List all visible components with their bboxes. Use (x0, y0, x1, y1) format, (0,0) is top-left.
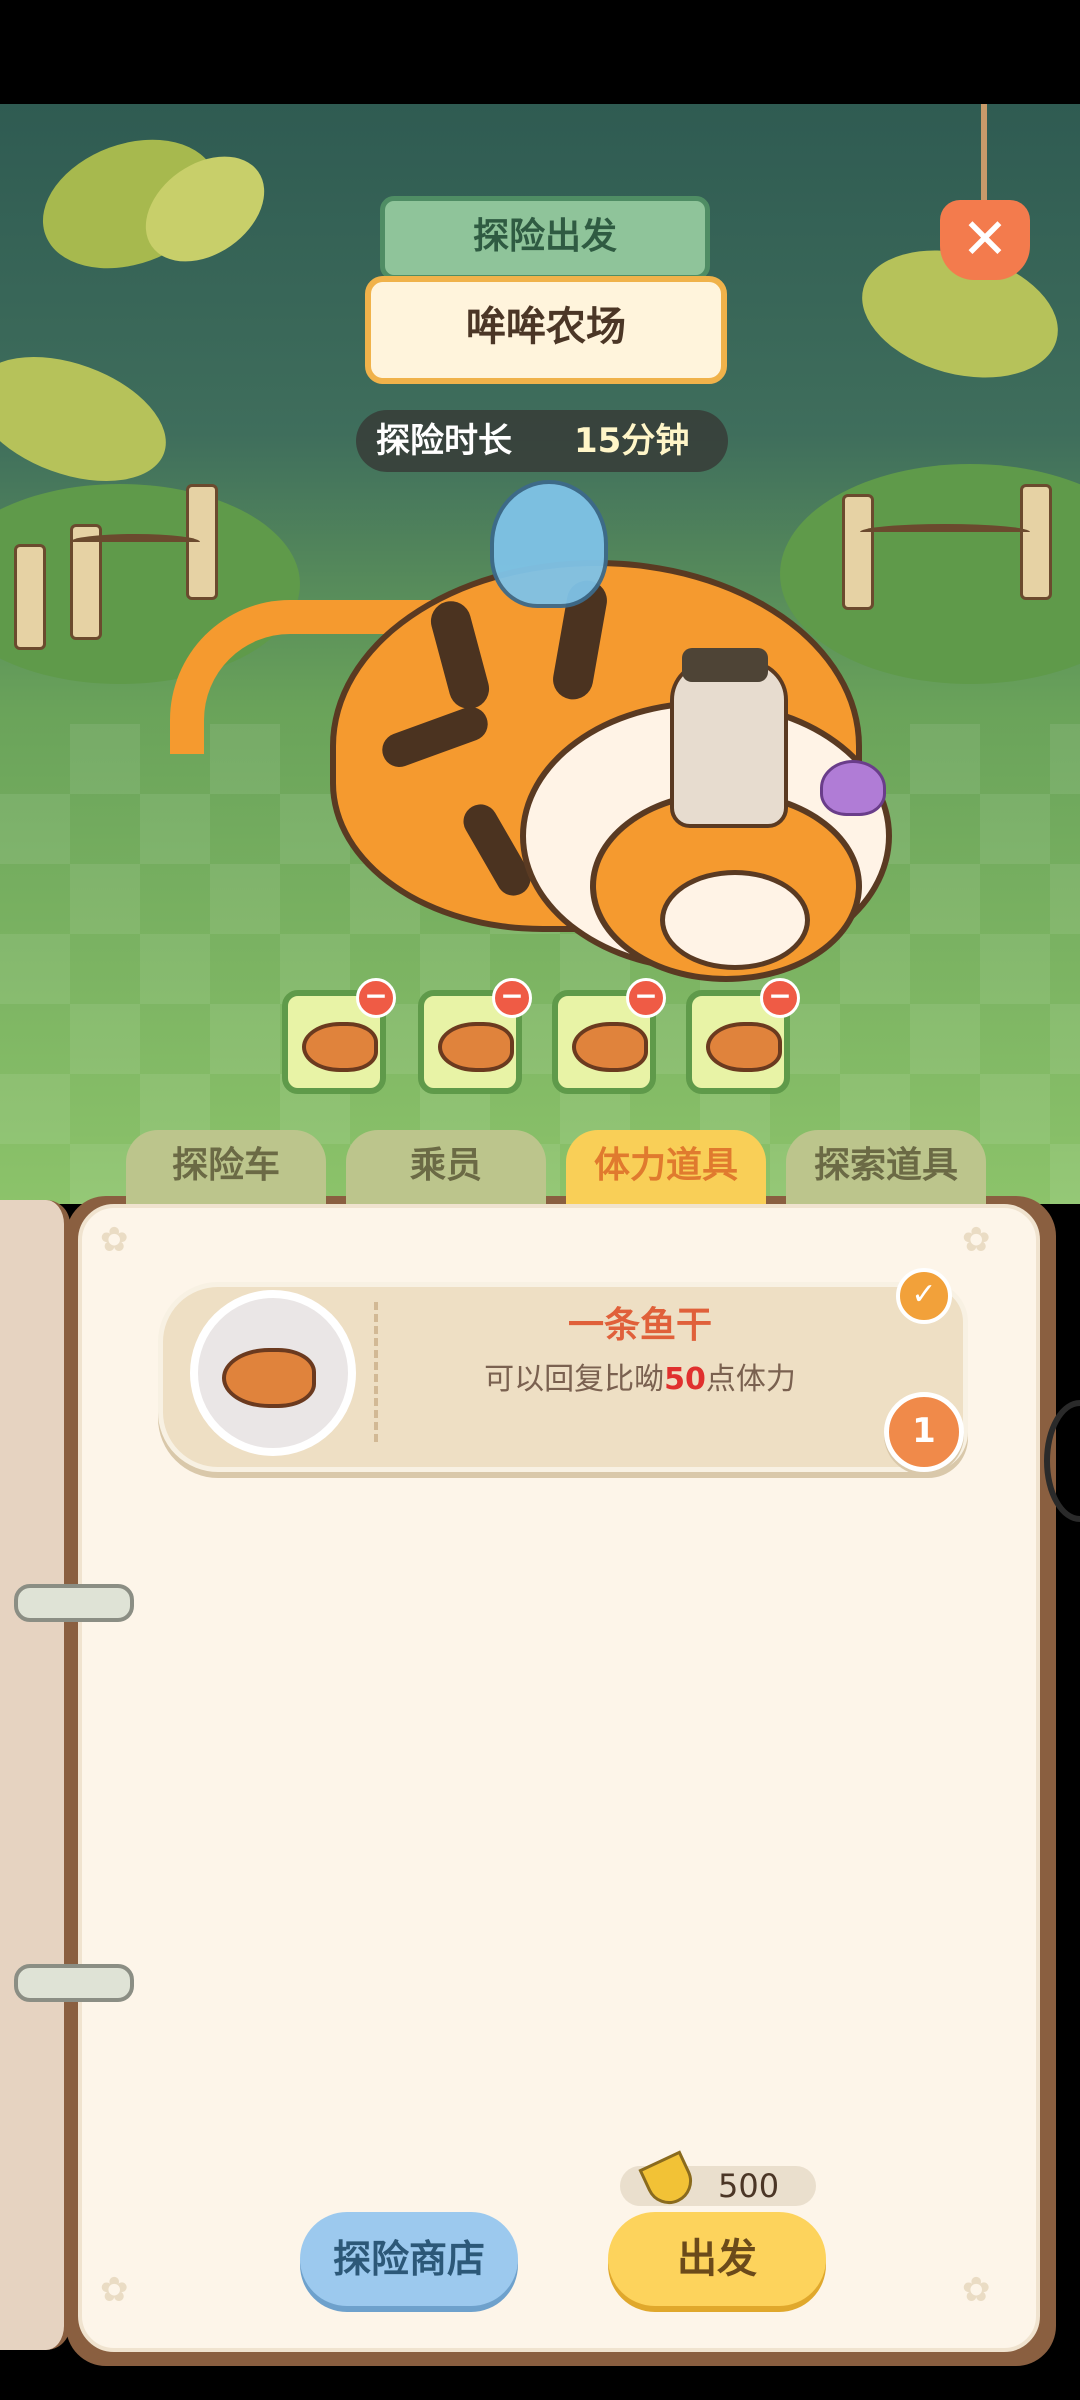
stamina-slot[interactable]: − (282, 978, 396, 1094)
remove-slot-button[interactable]: − (492, 978, 532, 1018)
stamina-slots: − − − − (282, 978, 802, 1102)
tab-crew[interactable]: 乘员 (346, 1130, 546, 1204)
item-count: 1 (884, 1392, 964, 1472)
duration-display: 探险时长 15分钟 (356, 410, 728, 472)
stamina-slot[interactable]: − (552, 978, 666, 1094)
rider-hat (682, 648, 768, 682)
divider (374, 1302, 378, 1442)
tab-stamina-items[interactable]: 体力道具 (566, 1130, 766, 1204)
remove-slot-button[interactable]: − (626, 978, 666, 1018)
category-tabs: 探险车 乘员 体力道具 探索道具 (126, 1130, 986, 1204)
fish-icon (438, 1022, 514, 1072)
duration-value: 15分钟 (574, 421, 690, 461)
cost-display: 500 (620, 2150, 816, 2212)
stamina-slot[interactable]: − (686, 978, 800, 1094)
rider-character (670, 660, 788, 828)
fence-rope (70, 534, 200, 550)
item-desc-prefix: 可以回复比呦 (484, 1362, 665, 1397)
item-desc-suffix: 点体力 (705, 1362, 796, 1397)
item-name: 一条鱼干 (567, 1305, 712, 1346)
spirit-companion (490, 480, 608, 608)
butterfly (820, 760, 886, 816)
leaf (0, 333, 183, 505)
tab-vehicle[interactable]: 探险车 (126, 1130, 326, 1204)
duration-label: 探险时长 (376, 421, 512, 461)
paw-icon: ✿ (100, 2270, 129, 2310)
depart-button[interactable]: 出发 (608, 2212, 826, 2306)
remove-slot-button[interactable]: − (356, 978, 396, 1018)
book-spine (0, 1200, 70, 2350)
fence-post (1020, 484, 1052, 600)
fish-icon (706, 1022, 782, 1072)
close-icon: ✕ (961, 207, 1009, 272)
fish-icon (572, 1022, 648, 1072)
page-title: 探险出发 (380, 196, 710, 280)
close-button[interactable]: ✕ (940, 200, 1030, 280)
location-name: 哞哞农场 (365, 276, 727, 384)
fish-icon (222, 1348, 316, 1408)
item-desc-value: 50 (664, 1362, 706, 1397)
selected-check-icon: ✓ (896, 1268, 952, 1324)
paw-icon: ✿ (962, 1220, 991, 1260)
fence-rope (860, 524, 1030, 540)
tab-explore-items[interactable]: 探索道具 (786, 1130, 986, 1204)
fence-post (842, 494, 874, 610)
binder-ring (14, 1964, 134, 2002)
fish-icon (302, 1022, 378, 1072)
stamina-slot[interactable]: − (418, 978, 532, 1094)
tag-string (981, 104, 987, 204)
fence-post (14, 544, 46, 650)
paw-icon: ✿ (100, 1220, 129, 1260)
adventure-shop-button[interactable]: 探险商店 (300, 2212, 518, 2306)
remove-slot-button[interactable]: − (760, 978, 800, 1018)
paw-icon: ✿ (962, 2270, 991, 2310)
cost-amount: 500 (718, 2167, 780, 2205)
binder-ring (14, 1584, 134, 1622)
tiger-muzzle (660, 870, 810, 970)
item-description: 可以回复比呦50点体力 (380, 1354, 900, 1398)
